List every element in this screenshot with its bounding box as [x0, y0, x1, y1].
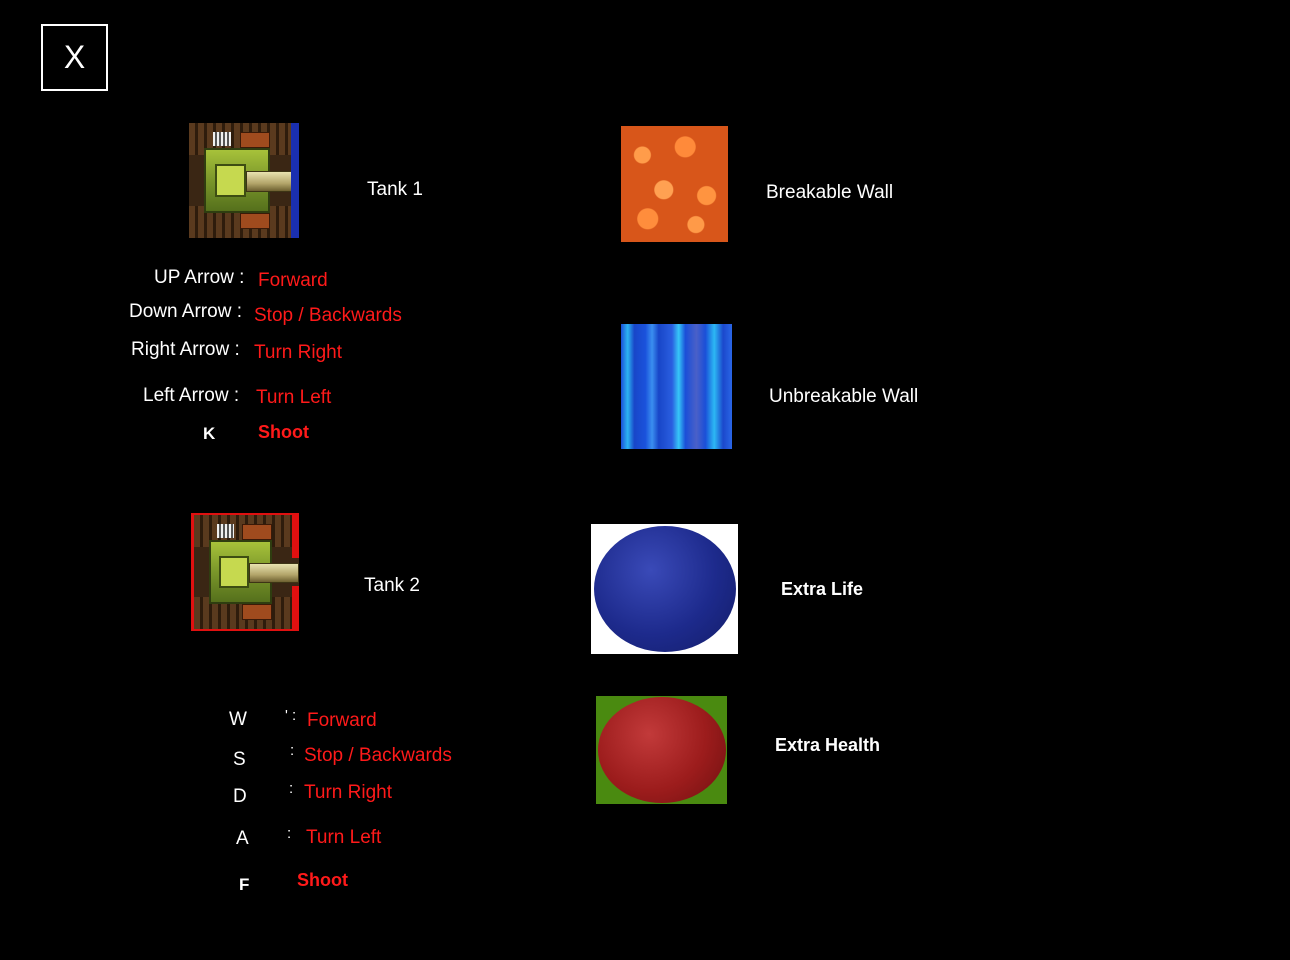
extra-life-orb-icon — [593, 526, 736, 652]
tank1-action-backwards: Stop / Backwards — [254, 305, 402, 326]
tank1-key-left: Left Arrow : — [143, 385, 240, 406]
tank2-key-shoot: F — [239, 875, 250, 894]
tank1-action-forward: Forward — [258, 270, 328, 291]
extra-health-label: Extra Health — [775, 735, 881, 755]
tank2-key-d: D — [233, 786, 247, 807]
extra-health-orb-icon — [597, 697, 726, 803]
unbreakable-wall-label: Unbreakable Wall — [769, 386, 919, 407]
tank1-action-shoot: Shoot — [258, 422, 309, 442]
tank1-key-right: Right Arrow : — [131, 339, 240, 360]
close-button[interactable]: X — [41, 24, 108, 91]
tank2-sprite — [191, 513, 299, 631]
tank1-action-turn-left: Turn Left — [256, 387, 332, 408]
breakable-wall-label: Breakable Wall — [766, 182, 894, 203]
tank2-sep-w: ' : — [285, 707, 297, 724]
tank1-key-up: UP Arrow : — [154, 267, 245, 288]
tank1-key-down: Down Arrow : — [129, 301, 242, 322]
tank2-action-backwards: Stop / Backwards — [304, 745, 452, 766]
tank2-key-a: A — [236, 828, 249, 849]
tank2-key-w: W — [229, 709, 247, 730]
close-icon: X — [63, 39, 86, 75]
tank1-action-turn-right: Turn Right — [254, 342, 342, 363]
extra-life-tile — [591, 524, 738, 654]
tank1-key-shoot: K — [203, 424, 216, 443]
tank2-sep-a: : — [287, 825, 292, 842]
breakable-wall-tile — [621, 126, 728, 242]
tank2-sep-s: : — [290, 742, 295, 759]
tank2-action-forward: Forward — [307, 710, 377, 731]
tank2-key-s: S — [233, 749, 246, 770]
tank2-action-turn-right: Turn Right — [304, 782, 392, 803]
tank2-action-turn-left: Turn Left — [306, 827, 382, 848]
tank1-sprite — [189, 123, 299, 238]
extra-health-tile — [596, 696, 727, 804]
extra-life-label: Extra Life — [781, 579, 864, 599]
tank2-label: Tank 2 — [364, 575, 420, 596]
tank2-action-shoot: Shoot — [297, 870, 348, 890]
tank1-label: Tank 1 — [367, 179, 423, 200]
unbreakable-wall-tile — [621, 324, 732, 449]
tank2-sep-d: : — [289, 780, 294, 797]
